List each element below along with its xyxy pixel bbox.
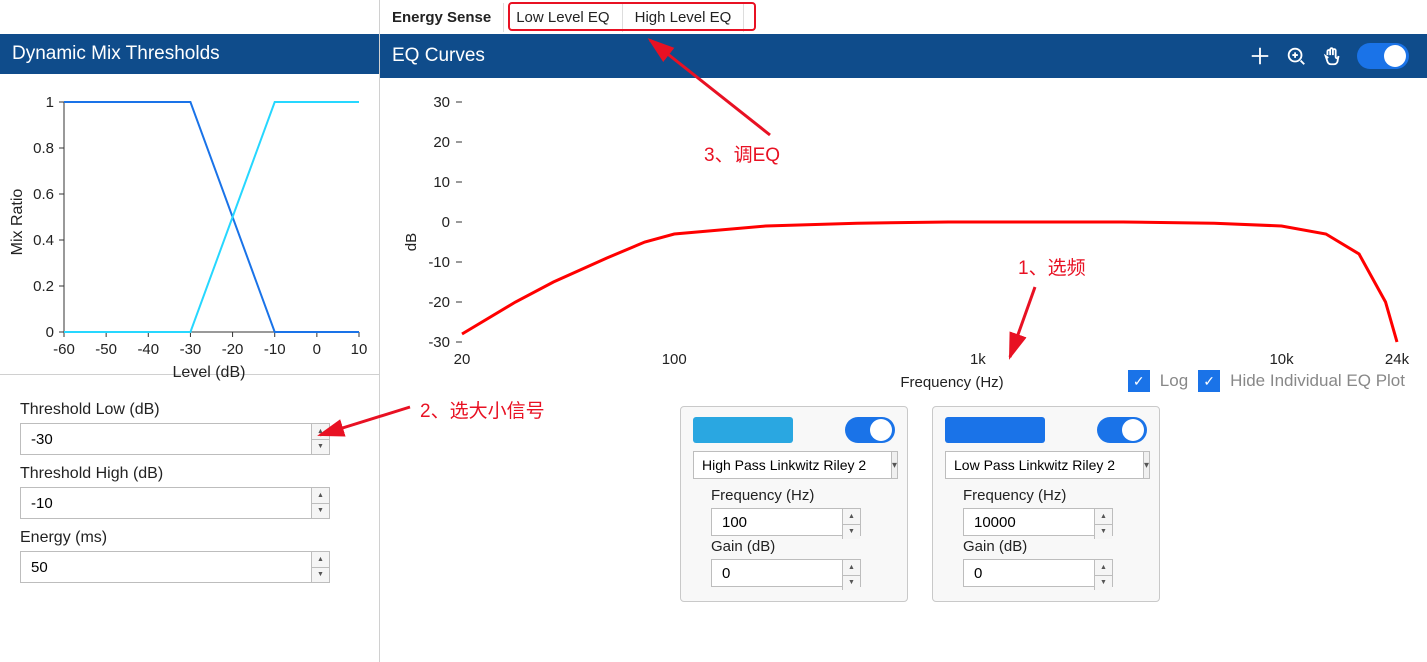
- energy-label: Energy (ms): [20, 529, 359, 547]
- tab-energy-sense[interactable]: Energy Sense: [380, 3, 504, 32]
- spin-down-icon[interactable]: ▼: [1094, 576, 1112, 591]
- svg-text:Mix Ratio: Mix Ratio: [9, 189, 26, 256]
- pan-hand-icon[interactable]: [1321, 45, 1343, 67]
- svg-text:-10: -10: [264, 341, 286, 358]
- spin-down-icon[interactable]: ▼: [1094, 525, 1112, 540]
- spin-up-icon[interactable]: ▲: [1094, 560, 1112, 576]
- log-checkbox[interactable]: ✓: [1128, 370, 1150, 392]
- zoom-in-icon[interactable]: [1285, 45, 1307, 67]
- highpass-swatch: [693, 417, 793, 443]
- hide-checkbox[interactable]: ✓: [1198, 370, 1220, 392]
- spin-down-icon[interactable]: ▼: [311, 568, 329, 583]
- lp-gain-label: Gain (dB): [945, 538, 1147, 555]
- spin-down-icon[interactable]: ▼: [842, 525, 860, 540]
- spin-up-icon[interactable]: ▲: [842, 560, 860, 576]
- svg-text:Level (dB): Level (dB): [173, 364, 246, 381]
- svg-text:-10: -10: [428, 254, 450, 271]
- tab-high-eq[interactable]: High Level EQ: [623, 3, 745, 32]
- svg-text:dB: dB: [403, 233, 420, 251]
- threshold-low-input[interactable]: [20, 423, 330, 455]
- tabs: Energy Sense Low Level EQ High Level EQ: [380, 0, 1427, 34]
- svg-text:0: 0: [313, 341, 321, 358]
- spin-up-icon[interactable]: ▲: [842, 509, 860, 525]
- highpass-type-select[interactable]: [693, 451, 892, 479]
- svg-text:0: 0: [46, 324, 54, 341]
- highpass-toggle[interactable]: [845, 417, 895, 443]
- spin-up-icon[interactable]: ▲: [1094, 509, 1112, 525]
- svg-text:-30: -30: [428, 334, 450, 351]
- lp-freq-input[interactable]: [963, 508, 1113, 536]
- svg-text:1: 1: [46, 94, 54, 111]
- svg-text:-60: -60: [53, 341, 75, 358]
- spin-up-icon[interactable]: ▲: [311, 552, 329, 568]
- chart-enable-toggle[interactable]: [1357, 43, 1409, 69]
- log-label: Log: [1160, 371, 1188, 391]
- mix-threshold-chart: 00.20.40.60.81 -60-50-40-30-20-10010 Lev…: [0, 74, 379, 375]
- svg-text:10: 10: [433, 174, 450, 191]
- energy-input[interactable]: [20, 551, 330, 583]
- lp-freq-label: Frequency (Hz): [945, 487, 1147, 504]
- svg-text:20: 20: [454, 351, 471, 368]
- svg-text:-50: -50: [95, 341, 117, 358]
- svg-text:100: 100: [662, 351, 687, 368]
- lowpass-swatch: [945, 417, 1045, 443]
- svg-text:-20: -20: [222, 341, 244, 358]
- tab-low-eq[interactable]: Low Level EQ: [504, 3, 622, 32]
- threshold-high-input[interactable]: [20, 487, 330, 519]
- hp-gain-input[interactable]: [711, 559, 861, 587]
- svg-text:1k: 1k: [970, 351, 986, 368]
- spin-down-icon[interactable]: ▼: [311, 440, 329, 455]
- svg-text:0.2: 0.2: [33, 278, 54, 295]
- svg-text:-40: -40: [137, 341, 159, 358]
- lp-gain-input[interactable]: [963, 559, 1113, 587]
- dropdown-icon[interactable]: ▾: [1144, 451, 1150, 479]
- sidebar-title: Dynamic Mix Thresholds: [0, 34, 379, 74]
- svg-text:0.4: 0.4: [33, 232, 54, 249]
- lowpass-filter-box: ▾ Frequency (Hz) ▲▼ Gain (dB) ▲▼: [932, 406, 1160, 602]
- eq-chart: -30 -20 -10 0 10 20 30 20 100 1k 10k 24k dB Freque…: [380, 78, 1427, 392]
- lowpass-type-select[interactable]: [945, 451, 1144, 479]
- threshold-high-label: Threshold High (dB): [20, 465, 359, 483]
- svg-text:0.6: 0.6: [33, 186, 54, 203]
- hp-freq-input[interactable]: [711, 508, 861, 536]
- hp-freq-label: Frequency (Hz): [693, 487, 895, 504]
- spin-down-icon[interactable]: ▼: [842, 576, 860, 591]
- spin-up-icon[interactable]: ▲: [311, 424, 329, 440]
- eq-curves-title: EQ Curves: [392, 45, 485, 67]
- svg-text:30: 30: [433, 94, 450, 111]
- svg-text:0: 0: [442, 214, 450, 231]
- spin-up-icon[interactable]: ▲: [311, 488, 329, 504]
- svg-text:10: 10: [351, 341, 368, 358]
- hide-label: Hide Individual EQ Plot: [1230, 371, 1405, 391]
- svg-text:Frequency (Hz): Frequency (Hz): [900, 374, 1003, 391]
- svg-text:0.8: 0.8: [33, 140, 54, 157]
- crosshair-icon[interactable]: [1249, 45, 1271, 67]
- svg-text:20: 20: [433, 134, 450, 151]
- svg-text:-20: -20: [428, 294, 450, 311]
- svg-text:24k: 24k: [1385, 351, 1410, 368]
- dropdown-icon[interactable]: ▾: [892, 451, 898, 479]
- svg-text:-30: -30: [180, 341, 202, 358]
- lowpass-toggle[interactable]: [1097, 417, 1147, 443]
- threshold-low-label: Threshold Low (dB): [20, 401, 359, 419]
- highpass-filter-box: ▾ Frequency (Hz) ▲▼ Gain (dB) ▲▼: [680, 406, 908, 602]
- svg-text:10k: 10k: [1269, 351, 1294, 368]
- hp-gain-label: Gain (dB): [693, 538, 895, 555]
- spin-down-icon[interactable]: ▼: [311, 504, 329, 519]
